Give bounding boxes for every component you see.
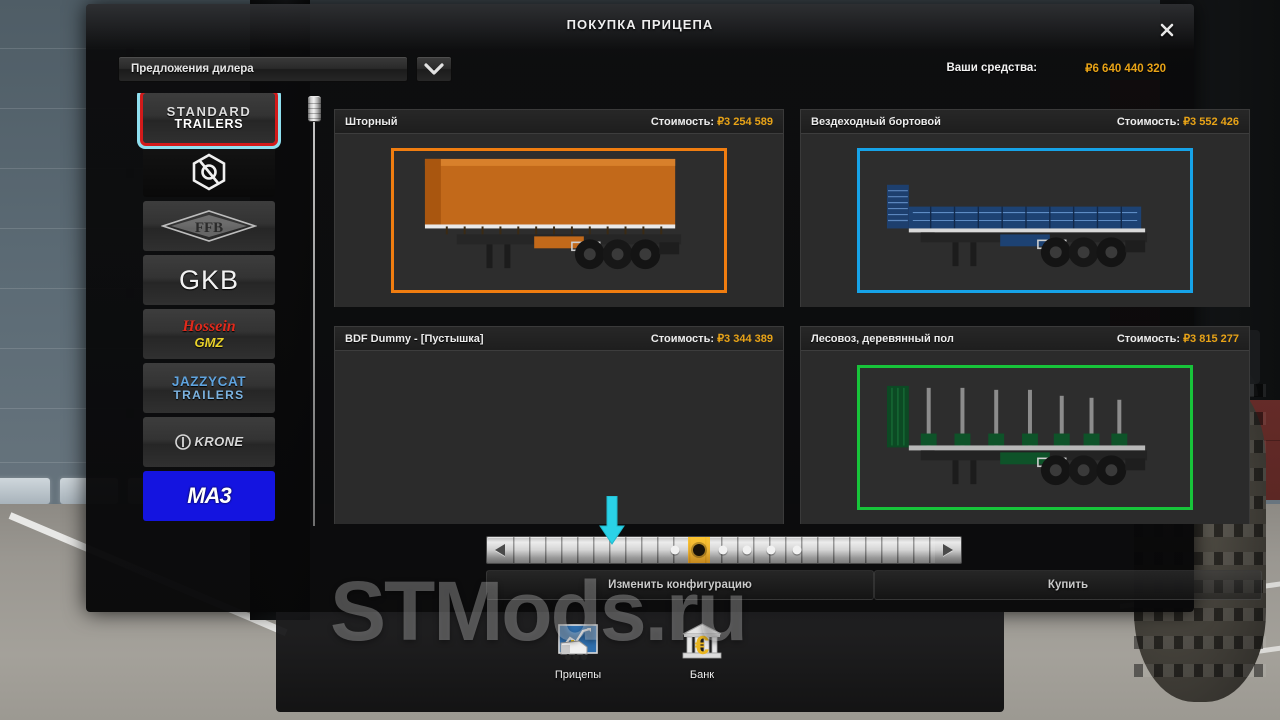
close-button[interactable] bbox=[1154, 17, 1180, 43]
scrollbar-thumb[interactable] bbox=[308, 96, 321, 122]
trailer-card-grid: Шторный Стоимость: ₽3 254 589 Вездеходны… bbox=[334, 109, 1250, 529]
brand-label-gmz: GMZ bbox=[194, 334, 224, 350]
taskbar-label-bank: Банк bbox=[689, 669, 715, 681]
trailer-price: Стоимость: ₽3 254 589 bbox=[651, 115, 773, 128]
brand-label-hossein: Hossein bbox=[182, 317, 236, 335]
pagination-dot[interactable] bbox=[792, 545, 802, 555]
dealer-offers-dropdown-label: Предложения дилера bbox=[131, 63, 254, 75]
trailer-card-header: BDF Dummy - [Пустышка] Стоимость: ₽3 344… bbox=[335, 327, 783, 351]
brand-item-ffb[interactable]: FFB bbox=[143, 201, 275, 251]
trailer-card-body bbox=[335, 134, 783, 307]
dealer-offers-dropdown[interactable]: Предложения дилера bbox=[118, 56, 408, 82]
trailer-card-header: Лесовоз, деревянный пол Стоимость: ₽3 81… bbox=[801, 327, 1249, 351]
brand-label-jazzycat-trailers: TRAILERS bbox=[173, 387, 245, 402]
brand-label-line2: TRAILERS bbox=[174, 117, 244, 132]
trailer-card[interactable]: BDF Dummy - [Пустышка] Стоимость: ₽3 344… bbox=[334, 326, 784, 524]
trailer-purchase-dialog: ПОКУПКА ПРИЦЕПА Предложения дилера Ваши … bbox=[86, 4, 1262, 612]
trailer-name: Вездеходный бортовой bbox=[811, 115, 941, 128]
trailer-price: Стоимость: ₽3 815 277 bbox=[1117, 332, 1239, 345]
trailer-card-header: Шторный Стоимость: ₽3 254 589 bbox=[335, 110, 783, 134]
trailer-card-body bbox=[801, 351, 1249, 524]
trailer-thumbnail[interactable] bbox=[391, 148, 727, 293]
pagination-dot-active[interactable] bbox=[693, 544, 705, 556]
buy-button-label: Купить bbox=[1047, 579, 1089, 591]
trailer-price-label: Стоимость: bbox=[1116, 333, 1180, 345]
log-carrier-trailer-icon bbox=[886, 385, 1148, 486]
trailers-icon bbox=[556, 620, 600, 664]
trailer-thumbnail[interactable] bbox=[857, 148, 1193, 293]
brand-label-krone: KRONE bbox=[194, 434, 244, 450]
brand-item-gkb[interactable]: GKB bbox=[143, 255, 275, 305]
trailer-card[interactable]: Вездеходный бортовой Стоимость: ₽3 552 4… bbox=[800, 109, 1250, 307]
trailer-card[interactable]: Шторный Стоимость: ₽3 254 589 bbox=[334, 109, 784, 307]
buy-button[interactable]: Купить bbox=[874, 570, 1262, 600]
brand-item-hexagon-logo[interactable] bbox=[143, 147, 275, 197]
taskbar-label-trailers: Прицепы bbox=[554, 669, 602, 681]
chevron-down-icon bbox=[424, 63, 444, 75]
taskbar-item-trailers[interactable]: Прицепы bbox=[538, 620, 618, 681]
brand-label-jazzycat: JAZZYCAT bbox=[171, 373, 247, 389]
page-title: ПОКУПКА ПРИЦЕПА bbox=[566, 17, 714, 32]
trailer-price-value: ₽3 344 389 bbox=[717, 333, 773, 345]
dealer-offers-dropdown-arrow[interactable] bbox=[416, 56, 452, 82]
brand-sidebar[interactable]: STANDARD TRAILERS FFB GKB Hossein GMZ JA… bbox=[116, 93, 302, 531]
action-button-row: Изменить конфигурацию Купить bbox=[486, 570, 1262, 600]
funds-label: Ваши средства: bbox=[946, 62, 1038, 74]
pagination-dots bbox=[487, 537, 961, 563]
brand-item-jazzycat-trailers[interactable]: JAZZYCAT TRAILERS bbox=[143, 363, 275, 413]
trailer-card-body-empty bbox=[335, 351, 783, 524]
down-arrow-cursor bbox=[599, 495, 625, 553]
trailer-card-body bbox=[801, 134, 1249, 307]
trailer-price-label: Стоимость: bbox=[1116, 116, 1180, 128]
flatbed-trailer-icon bbox=[886, 184, 1148, 268]
bottom-taskbar: Прицепы € Банк bbox=[276, 612, 1004, 712]
trailer-price-label: Стоимость: bbox=[650, 333, 714, 345]
trailer-card-header: Вездеходный бортовой Стоимость: ₽3 552 4… bbox=[801, 110, 1249, 134]
hexagon-logo-icon bbox=[192, 153, 226, 191]
down-arrow-cursor-icon bbox=[599, 495, 625, 545]
trailer-price: Стоимость: ₽3 344 389 bbox=[651, 332, 773, 345]
trailer-price-label: Стоимость: bbox=[650, 116, 714, 128]
svg-text:FFB: FFB bbox=[195, 220, 223, 236]
brand-item-standard-trailers[interactable]: STANDARD TRAILERS bbox=[140, 93, 278, 146]
pagination-dot[interactable] bbox=[766, 545, 776, 555]
brand-item-maz[interactable]: MA3 bbox=[143, 471, 275, 521]
pagination-slider[interactable] bbox=[486, 536, 962, 564]
crown-icon bbox=[174, 434, 191, 450]
trailer-price: Стоимость: ₽3 552 426 bbox=[1117, 115, 1239, 128]
configure-button[interactable]: Изменить конфигурацию bbox=[486, 570, 874, 600]
scrollbar-track[interactable] bbox=[313, 106, 315, 526]
configure-button-label: Изменить конфигурацию bbox=[608, 579, 752, 591]
trailer-thumbnail[interactable] bbox=[857, 365, 1193, 510]
trailer-name: BDF Dummy - [Пустышка] bbox=[345, 332, 484, 345]
taskbar-item-bank[interactable]: € Банк bbox=[662, 620, 742, 681]
trailer-price-value: ₽3 552 426 bbox=[1183, 116, 1239, 128]
funds-display: Ваши средства: ₽6 640 440 320 bbox=[946, 61, 1166, 75]
trailer-name: Лесовоз, деревянный пол bbox=[811, 332, 954, 345]
brand-item-hossein-gmz[interactable]: Hossein GMZ bbox=[143, 309, 275, 359]
pagination-dot[interactable] bbox=[718, 545, 728, 555]
curtain-side-trailer-icon bbox=[424, 158, 682, 270]
bank-icon: € bbox=[680, 620, 724, 664]
pagination-dot[interactable] bbox=[742, 545, 752, 555]
trailer-name: Шторный bbox=[345, 115, 398, 128]
brand-list-scrollbar[interactable] bbox=[308, 96, 321, 528]
brand-label-maz: MA3 bbox=[187, 483, 231, 509]
trailer-card[interactable]: Лесовоз, деревянный пол Стоимость: ₽3 81… bbox=[800, 326, 1250, 524]
close-icon bbox=[1160, 23, 1174, 37]
pagination-dot[interactable] bbox=[670, 545, 680, 555]
brand-item-krone[interactable]: KRONE bbox=[143, 417, 275, 467]
svg-text:€: € bbox=[695, 630, 709, 660]
funds-value: ₽6 640 440 320 bbox=[1085, 63, 1166, 75]
trailer-price-value: ₽3 815 277 bbox=[1183, 333, 1239, 345]
trailer-price-value: ₽3 254 589 bbox=[717, 116, 773, 128]
brand-label-gkb: GKB bbox=[178, 264, 240, 295]
ffb-logo-icon: FFB bbox=[161, 210, 257, 242]
game-screen: ПОКУПКА ПРИЦЕПА Предложения дилера Ваши … bbox=[0, 0, 1280, 720]
brand-label-line1: STANDARD bbox=[166, 103, 252, 119]
